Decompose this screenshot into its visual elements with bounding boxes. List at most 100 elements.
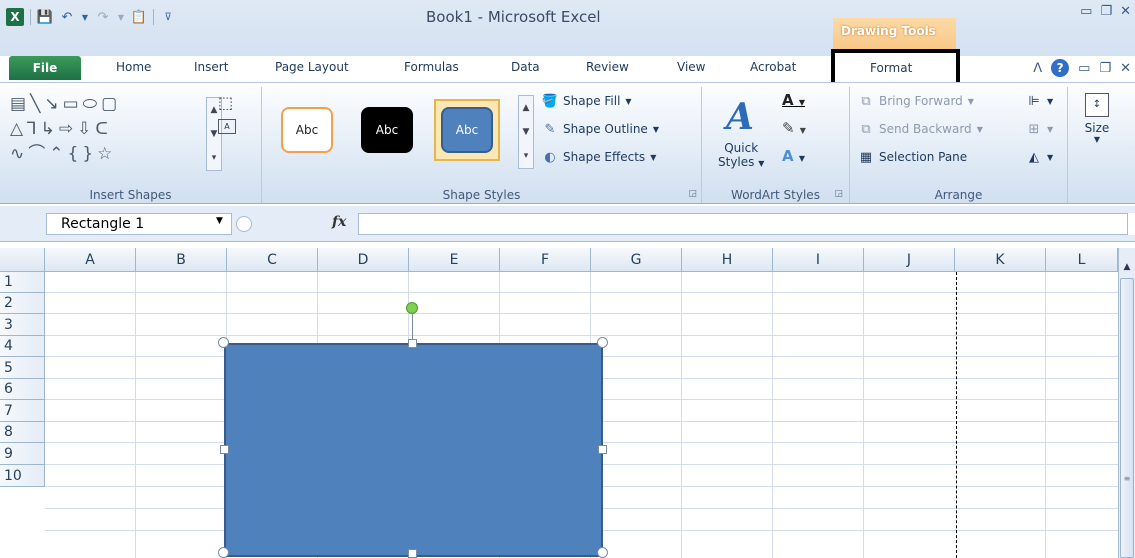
resize-handle-bottom[interactable]	[408, 549, 417, 558]
text-fill-icon[interactable]: A ▼	[782, 91, 805, 109]
shape-fill-button[interactable]: 🪣 Shape Fill ▼	[542, 93, 632, 109]
minimize-ribbon-icon[interactable]: ᐱ	[1033, 61, 1042, 76]
resize-handle-right[interactable]	[598, 445, 607, 454]
tab-review[interactable]: Review	[586, 60, 629, 74]
minimize-icon[interactable]: ▭	[1080, 4, 1092, 19]
expand-formula-bar-icon[interactable]	[1127, 213, 1135, 235]
quick-styles-icon[interactable]: A	[726, 97, 766, 137]
gallery-up-icon[interactable]: ▲	[211, 105, 218, 115]
column-header-j[interactable]: J	[864, 248, 955, 272]
scroll-up-icon[interactable]: ▲	[1119, 258, 1135, 276]
resize-handle-top-left[interactable]	[218, 337, 229, 348]
shape-effects-button[interactable]: ◐ Shape Effects ▼	[542, 149, 656, 165]
tab-formulas[interactable]: Formulas	[404, 60, 459, 74]
row-header-5[interactable]: 5	[0, 357, 45, 379]
curve-shape-icon[interactable]: ⌒	[28, 143, 45, 165]
column-header-e[interactable]: E	[409, 248, 500, 272]
group-button[interactable]: ⊞ ▼	[1026, 121, 1054, 137]
tab-acrobat[interactable]: Acrobat	[750, 60, 796, 74]
row-header-1[interactable]: 1	[0, 272, 45, 293]
column-header-i[interactable]: I	[773, 248, 864, 272]
column-header-l[interactable]: L	[1046, 248, 1118, 272]
row-header-6[interactable]: 6	[0, 379, 45, 400]
tab-home[interactable]: Home	[116, 60, 151, 74]
column-header-a[interactable]: A	[45, 248, 136, 272]
text-outline-icon[interactable]: ✎ ▼	[782, 119, 806, 137]
column-header-c[interactable]: C	[227, 248, 318, 272]
redo-dropdown-icon[interactable]: ▼	[117, 9, 125, 25]
tab-view[interactable]: View	[677, 60, 705, 74]
row-header-8[interactable]: 8	[0, 422, 45, 443]
vertical-scrollbar[interactable]: ▲ ≡	[1118, 248, 1135, 558]
insert-function-icon[interactable]: fx	[332, 214, 346, 230]
paste-icon[interactable]: 📋	[131, 9, 147, 25]
row-header-4[interactable]: 4	[0, 336, 45, 357]
row-header-2[interactable]: 2	[0, 293, 45, 314]
shape-outline-button[interactable]: ✎ Shape Outline ▼	[542, 121, 659, 137]
right-arrow-shape-icon[interactable]: ⇨	[59, 118, 73, 140]
arrow-line-shape-icon[interactable]: ↘	[44, 93, 58, 115]
rotation-handle[interactable]	[406, 302, 418, 314]
resize-handle-top-right[interactable]	[597, 337, 608, 348]
tab-page-layout[interactable]: Page Layout	[275, 60, 349, 74]
left-brace-shape-icon[interactable]: {	[68, 143, 79, 165]
dialog-launcher-icon[interactable]: ◲	[688, 189, 697, 199]
arc-shape-icon[interactable]: ⌃	[49, 143, 63, 165]
column-header-b[interactable]: B	[136, 248, 227, 272]
resize-handle-bottom-left[interactable]	[218, 547, 229, 558]
select-all-corner[interactable]	[0, 248, 45, 272]
gallery-down-icon[interactable]: ▼	[523, 127, 530, 137]
column-header-g[interactable]: G	[591, 248, 682, 272]
tab-file[interactable]: File	[9, 56, 81, 80]
line-shape-icon[interactable]: ╲	[30, 93, 40, 115]
gallery-up-icon[interactable]: ▲	[523, 103, 530, 113]
oval-shape-icon[interactable]: ⬭	[83, 93, 98, 115]
scrollbar-thumb[interactable]: ≡	[1120, 278, 1134, 558]
text-box-shape-icon[interactable]: ▤	[10, 93, 26, 115]
tab-data[interactable]: Data	[511, 60, 540, 74]
text-effects-icon[interactable]: A ▼	[782, 147, 805, 165]
column-header-f[interactable]: F	[500, 248, 591, 272]
column-header-d[interactable]: D	[318, 248, 409, 272]
customize-qat-icon[interactable]: ⊽	[160, 9, 176, 25]
shape-style-swatch[interactable]: Abc	[354, 99, 420, 161]
help-icon[interactable]: ?	[1051, 59, 1070, 77]
rectangle-shape-icon[interactable]: ▭	[63, 93, 79, 115]
shape-style-swatch-selected[interactable]: Abc	[434, 99, 500, 161]
name-box[interactable]: Rectangle 1	[46, 213, 232, 235]
elbow-connector-shape-icon[interactable]: ⅂	[27, 118, 36, 140]
undo-dropdown-icon[interactable]: ▼	[81, 9, 89, 25]
bring-forward-button[interactable]: ⧉ Bring Forward ▼	[858, 93, 974, 109]
name-box-dropdown-icon[interactable]: ▼	[216, 216, 223, 226]
resize-handle-bottom-right[interactable]	[597, 547, 608, 558]
save-icon[interactable]: 💾	[37, 9, 53, 25]
size-button[interactable]: ↕ Size ▼	[1075, 93, 1119, 163]
excel-logo-icon[interactable]: X	[6, 8, 24, 26]
rounded-rectangle-shape-icon[interactable]: ▢	[101, 93, 117, 115]
close-icon[interactable]: ✕	[1120, 4, 1131, 19]
edit-shape-icon[interactable]: ⬚	[218, 93, 233, 112]
column-header-h[interactable]: H	[682, 248, 773, 272]
tab-insert[interactable]: Insert	[194, 60, 228, 74]
star-shape-icon[interactable]: ☆	[97, 143, 112, 165]
rectangle-1-shape[interactable]	[224, 343, 603, 557]
workbook-restore-icon[interactable]: ❐	[1099, 61, 1111, 76]
workbook-close-icon[interactable]: ✕	[1120, 61, 1131, 76]
workbook-minimize-icon[interactable]: ▭	[1078, 61, 1090, 76]
row-header-3[interactable]: 3	[0, 314, 45, 336]
elbow-arrow-shape-icon[interactable]: ↳	[41, 118, 55, 140]
gallery-more-icon[interactable]: ▾	[212, 153, 217, 163]
send-backward-button[interactable]: ⧉ Send Backward ▼	[858, 121, 983, 137]
undo-icon[interactable]: ↶	[59, 9, 75, 25]
freeform-shape-icon[interactable]: ᑕ	[95, 118, 107, 140]
column-header-k[interactable]: K	[955, 248, 1046, 272]
resize-handle-top[interactable]	[408, 339, 417, 348]
formula-bar-resize-icon[interactable]	[236, 216, 252, 232]
row-header-7[interactable]: 7	[0, 400, 45, 422]
triangle-shape-icon[interactable]: △	[10, 118, 23, 140]
formula-input[interactable]	[358, 213, 1128, 235]
row-header-9[interactable]: 9	[0, 443, 45, 465]
selection-pane-button[interactable]: ▦ Selection Pane	[858, 149, 967, 165]
scribble-shape-icon[interactable]: ∿	[10, 143, 24, 165]
right-brace-shape-icon[interactable]: }	[82, 143, 93, 165]
